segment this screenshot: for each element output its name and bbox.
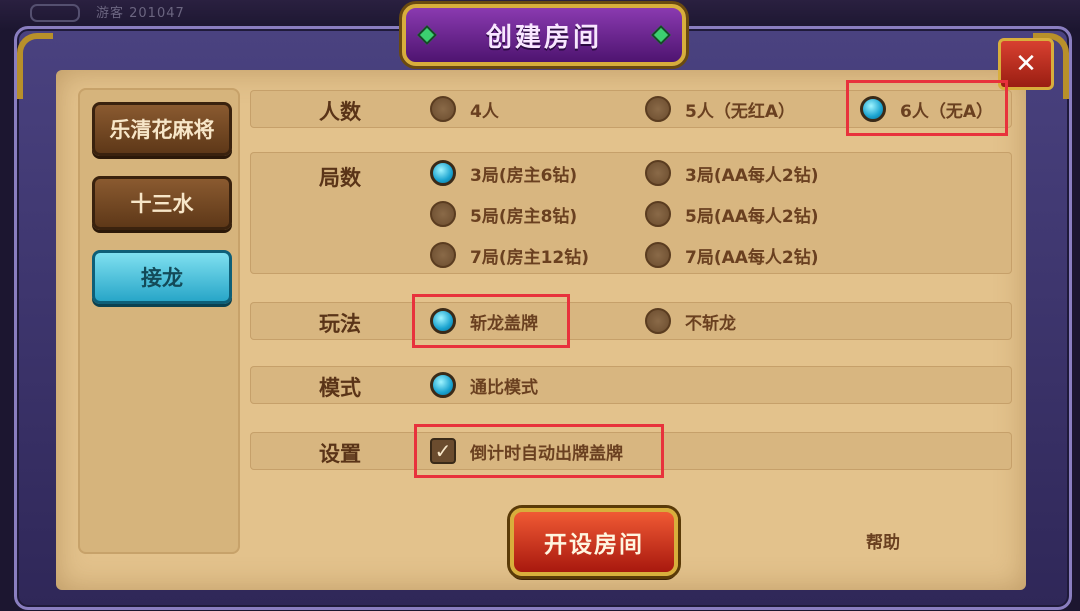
radio-icon bbox=[645, 308, 671, 334]
radio-icon bbox=[645, 201, 671, 227]
game-tabs-panel bbox=[78, 88, 240, 554]
highlight-box bbox=[412, 294, 570, 348]
option-label: 7局(AA每人2钻) bbox=[685, 247, 819, 268]
option-label: 3局(AA每人2钻) bbox=[685, 165, 819, 186]
option-label: 5局(AA每人2钻) bbox=[685, 206, 819, 227]
option-5-players[interactable]: 5人（无红A） bbox=[645, 94, 795, 124]
radio-selected-icon bbox=[430, 372, 456, 398]
option-5-rounds-host[interactable]: 5局(房主8钻) bbox=[430, 199, 577, 229]
radio-icon bbox=[645, 96, 671, 122]
gameplay-row: 玩法 斩龙盖牌 不斩龙 bbox=[250, 302, 1012, 340]
settings-label: 设置 bbox=[319, 442, 361, 466]
mode-row: 模式 通比模式 bbox=[250, 366, 1012, 404]
gem-icon bbox=[417, 25, 437, 45]
option-label: 5人（无红A） bbox=[685, 101, 795, 122]
create-room-button[interactable]: 开设房间 bbox=[510, 508, 678, 576]
rounds-label: 局数 bbox=[319, 166, 361, 190]
tab-thirteen-water[interactable]: 十三水 bbox=[92, 176, 232, 230]
option-5-rounds-aa[interactable]: 5局(AA每人2钻) bbox=[645, 199, 819, 229]
radio-icon bbox=[645, 242, 671, 268]
rounds-row: 局数 3局(房主6钻) 3局(AA每人2钻) 5局(房主8钻) 5局(AA每人2… bbox=[250, 152, 1012, 274]
option-label: 5局(房主8钻) bbox=[470, 206, 578, 227]
highlight-box bbox=[414, 424, 664, 478]
close-icon: ✕ bbox=[1015, 49, 1037, 79]
option-label: 4人 bbox=[470, 101, 499, 122]
radio-selected-icon bbox=[430, 160, 456, 186]
option-tongbi-mode[interactable]: 通比模式 bbox=[430, 370, 538, 400]
help-link[interactable]: 帮助 bbox=[866, 528, 900, 553]
player-id: 游客 201047 bbox=[96, 6, 185, 21]
option-no-slay-dragon[interactable]: 不斩龙 bbox=[645, 306, 736, 336]
gem-icon bbox=[651, 25, 671, 45]
option-3-rounds-aa[interactable]: 3局(AA每人2钻) bbox=[645, 158, 819, 188]
option-label: 3局(房主6钻) bbox=[470, 165, 578, 186]
tab-yueqing-mahjong[interactable]: 乐清花麻将 bbox=[92, 102, 232, 156]
option-label: 7局(房主12钻) bbox=[470, 247, 590, 268]
radio-icon bbox=[430, 96, 456, 122]
players-label: 人数 bbox=[319, 100, 361, 124]
option-label: 不斩龙 bbox=[685, 313, 736, 334]
option-7-rounds-host[interactable]: 7局(房主12钻) bbox=[430, 240, 589, 270]
mode-label: 模式 bbox=[319, 376, 361, 400]
tab-jielong[interactable]: 接龙 bbox=[92, 250, 232, 304]
radio-icon bbox=[430, 242, 456, 268]
option-7-rounds-aa[interactable]: 7局(AA每人2钻) bbox=[645, 240, 819, 270]
radio-icon bbox=[645, 160, 671, 186]
radio-icon bbox=[430, 201, 456, 227]
option-label: 通比模式 bbox=[470, 377, 538, 398]
dialog-title-banner: 创建房间 bbox=[402, 4, 686, 66]
dialog-title: 创建房间 bbox=[485, 22, 602, 53]
gameplay-label: 玩法 bbox=[319, 312, 361, 336]
frame-corner-left bbox=[17, 33, 53, 99]
option-3-rounds-host[interactable]: 3局(房主6钻) bbox=[430, 158, 577, 188]
option-4-players[interactable]: 4人 bbox=[430, 94, 499, 124]
highlight-box bbox=[846, 80, 1008, 136]
avatar bbox=[30, 4, 80, 22]
